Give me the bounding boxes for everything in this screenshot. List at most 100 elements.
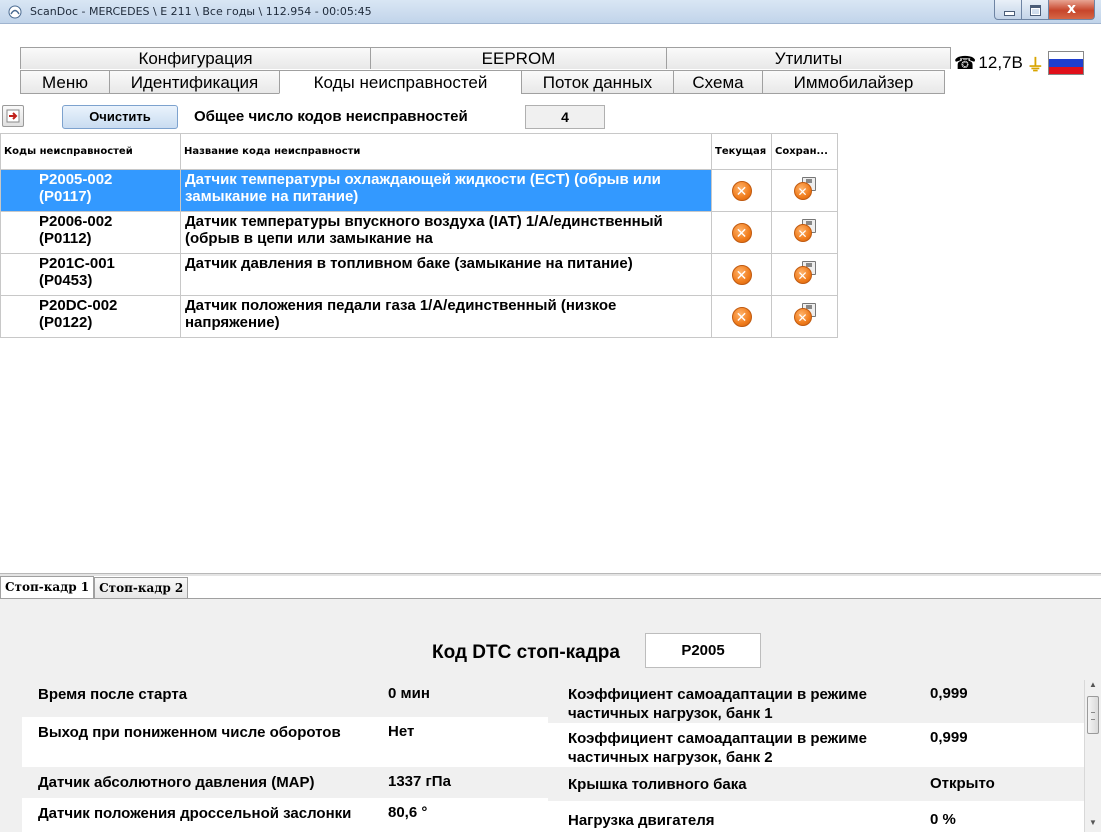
dtc-obd-code: (P0112): [39, 230, 92, 247]
param-row: Коэффициент самоадаптации в режиме части…: [548, 679, 1085, 723]
close-icon: x: [1066, 1, 1077, 17]
maximize-button[interactable]: [1022, 0, 1049, 20]
param-row: Коэффициент самоадаптации в режиме части…: [548, 723, 1085, 767]
app-icon: [8, 5, 22, 19]
tab-data-stream[interactable]: Поток данных: [521, 70, 674, 94]
param-value: 0,999: [930, 685, 968, 702]
tab-immobilizer[interactable]: Иммобилайзер: [762, 70, 945, 94]
dtc-stored-cell[interactable]: ✕: [771, 211, 838, 254]
table-row[interactable]: P2005-002 (P0117) Датчик температуры охлаж…: [0, 169, 838, 212]
dtc-code: P2005-002: [39, 171, 113, 188]
clear-codes-button[interactable]: Очистить: [62, 105, 178, 129]
param-name: Выход при пониженном числе оборотов: [38, 724, 341, 741]
param-value: 1337 гПа: [388, 773, 451, 790]
close-button[interactable]: x: [1049, 0, 1095, 20]
param-value: 0 мин: [388, 685, 430, 702]
flag-stripe: [1048, 66, 1083, 74]
status-area: ☎ 12,7В ⏚: [954, 49, 1084, 77]
dtc-code-cell[interactable]: P2006-002 (P0112): [0, 211, 181, 254]
table-row[interactable]: P20DC-002 (P0122) Датчик положения педали …: [0, 295, 838, 338]
tab-scheme[interactable]: Схема: [673, 70, 763, 94]
column-header-code[interactable]: Коды неисправностей: [0, 133, 181, 170]
dtc-name-cell[interactable]: Датчик положения педали газа 1/A/единств…: [180, 295, 712, 338]
stored-error-icon: ✕: [792, 302, 818, 327]
voltage-readout: 12,7В: [978, 53, 1023, 72]
column-header-current[interactable]: Текущая: [711, 133, 772, 170]
dtc-obd-code: (P0117): [39, 188, 92, 205]
export-icon: [6, 109, 20, 123]
tab-identification[interactable]: Идентификация: [109, 70, 280, 94]
minimize-button[interactable]: [994, 0, 1022, 20]
nav-tab-row: Меню Идентификация Коды неисправностей П…: [20, 70, 945, 94]
total-codes-value: 4: [525, 105, 605, 129]
param-row: Крышка толивного бака Открыто: [548, 767, 1085, 801]
flag-stripe: [1048, 59, 1083, 67]
dtc-obd-code: (P0453): [39, 272, 93, 289]
export-button[interactable]: [2, 105, 24, 127]
param-name: Нагрузка двигателя: [568, 812, 715, 829]
scroll-up-icon[interactable]: ▲: [1085, 680, 1101, 694]
tab-freeze-frame-1[interactable]: Стоп-кадр 1: [0, 576, 95, 600]
column-header-stored[interactable]: Сохран...: [771, 133, 838, 170]
freeze-frame-params: Время после старта 0 мин Выход при пониж…: [22, 679, 1085, 832]
error-icon: ✕: [731, 222, 752, 243]
scroll-thumb[interactable]: [1087, 696, 1099, 734]
dtc-stored-cell[interactable]: ✕: [771, 169, 838, 212]
tab-fault-codes[interactable]: Коды неисправностей: [279, 70, 522, 94]
freeze-frame-dtc-value: P2005: [645, 633, 761, 668]
panel-splitter[interactable]: [0, 573, 1101, 576]
top-tab-row: Конфигурация EEPROM Утилиты: [20, 47, 951, 69]
dtc-code: P2006-002: [39, 213, 113, 230]
dtc-stored-cell[interactable]: ✕: [771, 253, 838, 296]
phone-icon: ☎: [954, 52, 977, 73]
tab-freeze-frame-2[interactable]: Стоп-кадр 2: [94, 577, 189, 599]
dtc-obd-code: (P0122): [39, 314, 93, 331]
dtc-name: Датчик температуры впускного воздуха (IA…: [185, 213, 663, 247]
error-icon: ✕: [793, 223, 812, 242]
window-title: ScanDoc - MERCEDES \ E 211 \ Все годы \ …: [30, 5, 372, 18]
error-icon: ✕: [793, 307, 812, 326]
scroll-down-icon[interactable]: ▼: [1085, 818, 1101, 832]
param-value: 0,999: [930, 729, 968, 746]
dtc-name-cell[interactable]: Датчик температуры впускного воздуха (IA…: [180, 211, 712, 254]
stored-error-icon: ✕: [792, 176, 818, 201]
dtc-name: Датчик давления в топливном баке (замыка…: [185, 255, 633, 272]
toolbar: Очистить Общее число кодов неисправносте…: [0, 104, 1101, 130]
stored-error-icon: ✕: [792, 218, 818, 243]
dtc-name-cell[interactable]: Датчик давления в топливном баке (замыка…: [180, 253, 712, 296]
table-row[interactable]: P201C-001 (P0453) Датчик давления в топлив…: [0, 253, 838, 296]
param-row: Датчик абсолютного давления (MAP) 1337 г…: [22, 767, 548, 798]
dtc-current-cell[interactable]: ✕: [711, 211, 772, 254]
freeze-frame-dtc-label: Код DTC стоп-кадра: [432, 642, 620, 663]
table-row[interactable]: P2006-002 (P0112) Датчик температуры впуск…: [0, 211, 838, 254]
dtc-code-cell[interactable]: P2005-002 (P0117): [0, 169, 181, 212]
param-name: Датчик абсолютного давления (MAP): [38, 774, 315, 791]
tab-configuration[interactable]: Конфигурация: [20, 47, 371, 69]
tab-eeprom[interactable]: EEPROM: [370, 47, 667, 69]
window-controls: x: [994, 0, 1095, 20]
dtc-stored-cell[interactable]: ✕: [771, 295, 838, 338]
dtc-current-cell[interactable]: ✕: [711, 295, 772, 338]
param-row: Выход при пониженном числе оборотов Нет: [22, 717, 548, 767]
dtc-current-cell[interactable]: ✕: [711, 253, 772, 296]
param-value: Нет: [388, 723, 415, 740]
column-header-name[interactable]: Название кода неисправности: [180, 133, 712, 170]
dtc-code-cell[interactable]: P201C-001 (P0453): [0, 253, 181, 296]
param-name: Время после старта: [38, 686, 188, 703]
dtc-current-cell[interactable]: ✕: [711, 169, 772, 212]
param-row: Время после старта 0 мин: [22, 679, 548, 717]
russia-flag-icon[interactable]: [1047, 51, 1084, 75]
tab-utilities[interactable]: Утилиты: [666, 47, 951, 69]
param-name: Крышка толивного бака: [568, 776, 747, 793]
params-scrollbar[interactable]: ▲ ▼: [1084, 680, 1101, 832]
dtc-code: P201C-001: [39, 255, 115, 272]
error-icon: ✕: [793, 265, 812, 284]
dtc-name-cell[interactable]: Датчик температуры охлаждающей жидкости …: [180, 169, 712, 212]
flag-stripe: [1048, 52, 1083, 60]
error-icon: ✕: [731, 180, 752, 201]
freeze-frame-panel: Код DTC стоп-кадра P2005 Время после ста…: [0, 598, 1101, 832]
tab-menu[interactable]: Меню: [20, 70, 110, 94]
param-row: Нагрузка двигателя 0 %: [548, 801, 1085, 832]
dtc-code-cell[interactable]: P20DC-002 (P0122): [0, 295, 181, 338]
param-value: 0 %: [930, 811, 956, 828]
